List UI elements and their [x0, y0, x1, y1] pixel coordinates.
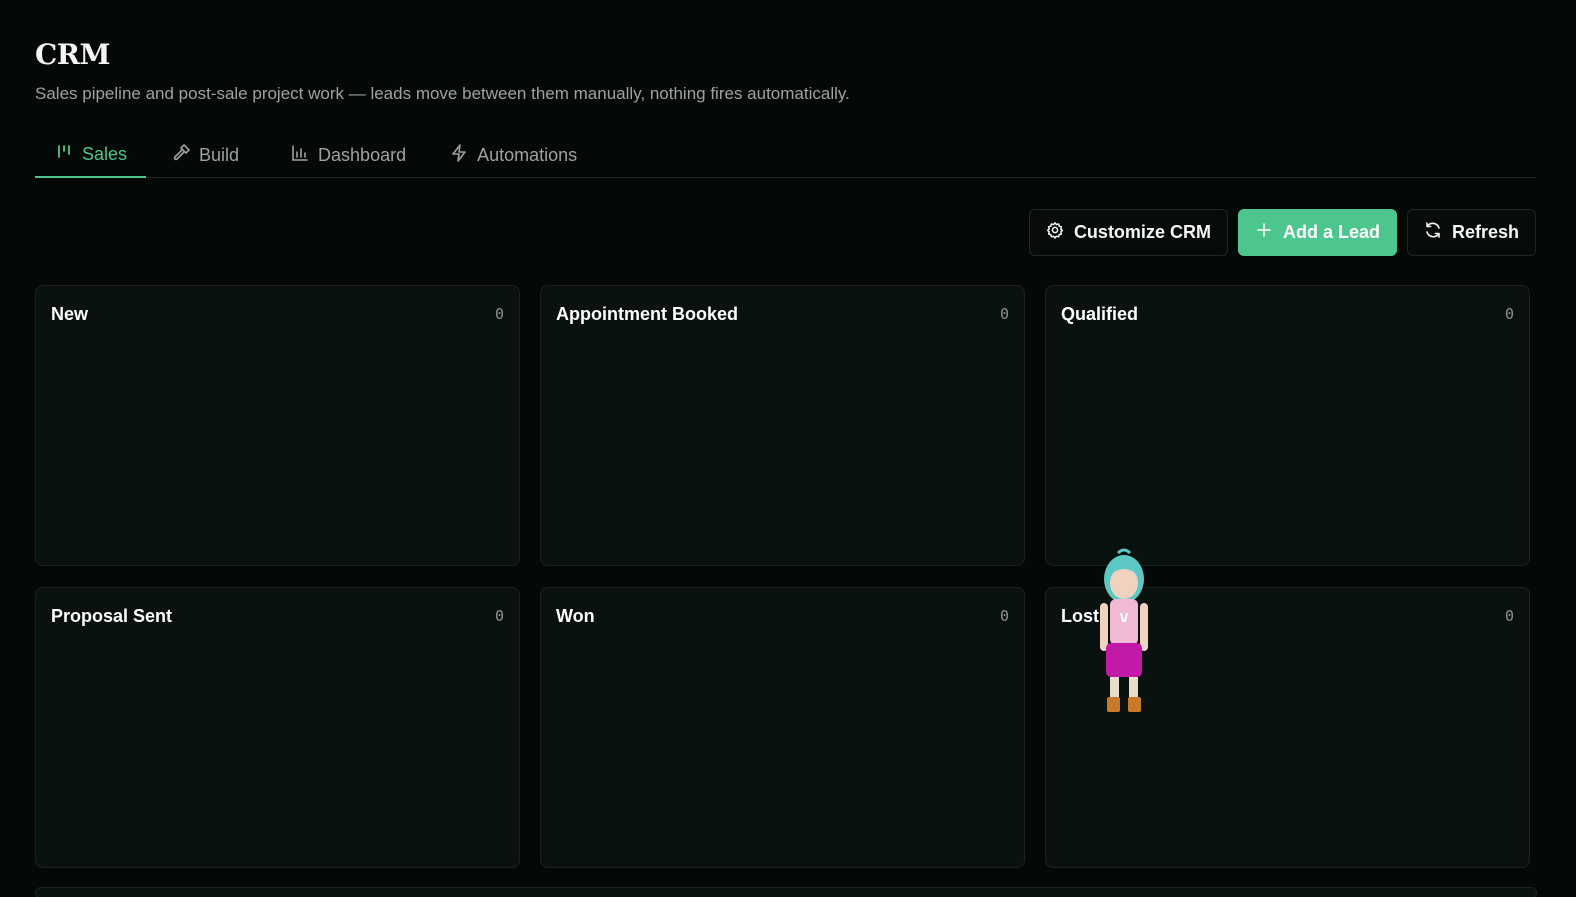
pipeline-column-appointment-booked: Appointment Booked 0 [540, 285, 1025, 566]
column-count: 0 [494, 607, 504, 625]
column-title: Qualified [1061, 304, 1139, 324]
button-label: Customize CRM [1073, 222, 1211, 242]
column-title: New [51, 304, 89, 324]
column-title: Won [556, 606, 595, 626]
refresh-icon [1424, 221, 1442, 244]
column-count: 0 [1504, 305, 1514, 323]
character-avatar[interactable] [1088, 547, 1160, 717]
pipeline-column-new: New 0 [35, 285, 520, 566]
plus-icon [1255, 221, 1273, 244]
crm-tabs: Sales Build Dashboard Automations [35, 132, 1536, 178]
bar-chart-icon [291, 144, 309, 167]
toolbar: Customize CRM Add a Lead Refresh [1028, 209, 1536, 256]
pipeline-column-proposal-sent: Proposal Sent 0 [35, 587, 520, 868]
tab-label: Dashboard [318, 144, 407, 165]
crm-page: CRM Sales pipeline and post-sale project… [0, 0, 1576, 897]
tab-label: Automations [477, 144, 578, 165]
customize-crm-button[interactable]: Customize CRM [1028, 209, 1228, 256]
column-title: Appointment Booked [556, 304, 738, 324]
add-lead-button[interactable]: Add a Lead [1237, 209, 1397, 256]
column-count: 0 [494, 305, 504, 323]
button-label: Add a Lead [1282, 222, 1380, 242]
tab-automations[interactable]: Automations [428, 132, 599, 178]
column-count: 0 [1504, 607, 1514, 625]
pipeline-board: New 0 Appointment Booked 0 Qualified 0 P… [35, 285, 1537, 868]
button-label: Refresh [1451, 222, 1519, 242]
kanban-icon [55, 143, 73, 166]
gear-icon [1046, 221, 1064, 244]
next-row-edge [35, 887, 1537, 897]
column-title: Proposal Sent [51, 606, 173, 626]
page-title: CRM [35, 38, 111, 71]
pipeline-column-qualified: Qualified 0 [1045, 285, 1530, 566]
tab-dashboard[interactable]: Dashboard [265, 132, 428, 178]
column-count: 0 [999, 607, 1009, 625]
refresh-button[interactable]: Refresh [1406, 209, 1536, 256]
tab-sales[interactable]: Sales [35, 132, 146, 178]
pipeline-column-won: Won 0 [540, 587, 1025, 868]
lightning-icon [450, 143, 468, 167]
tab-label: Sales [82, 143, 128, 164]
tab-label: Build [199, 144, 240, 165]
page-subtitle: Sales pipeline and post-sale project wor… [35, 84, 850, 103]
tab-build[interactable]: Build [146, 132, 265, 178]
hammer-icon [172, 143, 190, 167]
column-count: 0 [999, 305, 1009, 323]
